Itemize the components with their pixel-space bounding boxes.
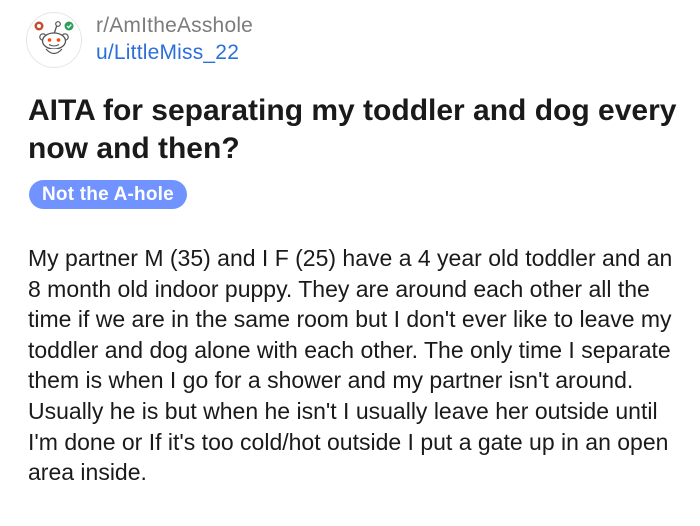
post-meta: r/AmItheAsshole u/LittleMiss_22 <box>96 13 253 67</box>
snoo-avatar-icon <box>34 21 74 55</box>
post-title[interactable]: AITA for separating my toddler and dog e… <box>28 92 678 168</box>
subreddit-avatar[interactable] <box>26 12 82 68</box>
post-body: My partner M (35) and I F (25) have a 4 … <box>28 245 673 486</box>
post-header: r/AmItheAsshole u/LittleMiss_22 <box>26 12 253 68</box>
author-username[interactable]: u/LittleMiss_22 <box>96 39 253 67</box>
post-flair[interactable]: Not the A-hole <box>29 180 187 209</box>
subreddit-name[interactable]: r/AmItheAsshole <box>96 13 253 39</box>
